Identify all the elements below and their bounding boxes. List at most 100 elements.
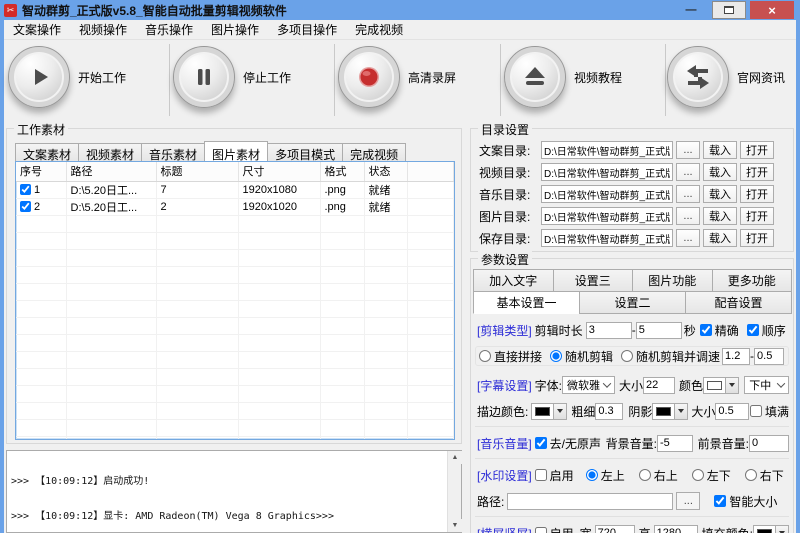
watermark-enable-checkbox[interactable]	[535, 469, 547, 481]
tutorial-button[interactable]	[504, 46, 566, 108]
outline-color-picker[interactable]	[531, 403, 567, 420]
open-button[interactable]: 打开	[740, 229, 774, 247]
menu-item-video[interactable]: 视频操作	[70, 19, 136, 40]
load-button[interactable]: 载入	[703, 229, 737, 247]
table-row[interactable]: 1 D:\5.20日工... 7 1920x1080 .png 就绪	[16, 181, 454, 198]
website-news-button[interactable]	[667, 46, 729, 108]
col-index[interactable]: 序号	[16, 162, 66, 181]
smart-size-checkbox[interactable]	[714, 495, 726, 507]
tab-image-functions[interactable]: 图片功能	[632, 269, 713, 292]
dir-label: 图片目录:	[479, 208, 541, 225]
tab-multiproject-mode[interactable]: 多项目模式	[267, 143, 343, 161]
outline-width-input[interactable]	[595, 403, 623, 420]
wm-topright-radio[interactable]	[639, 469, 651, 481]
tab-video-material[interactable]: 视频素材	[78, 143, 142, 161]
menu-item-finished[interactable]: 完成视频	[346, 19, 412, 40]
clip-type-section-label: [剪辑类型]	[477, 322, 532, 339]
open-button[interactable]: 打开	[740, 141, 774, 159]
wm-path-input[interactable]	[507, 493, 673, 510]
tab-settings2[interactable]: 设置二	[579, 291, 686, 314]
browse-button[interactable]: ...	[676, 207, 700, 225]
video-dir-input[interactable]	[541, 163, 673, 181]
log-console[interactable]: >>> 【10:09:12】启动成功! >>> 【10:09:12】显卡: AM…	[6, 450, 462, 533]
tab-more-functions[interactable]: 更多功能	[712, 269, 793, 292]
wm-browse-button[interactable]: ...	[676, 492, 700, 510]
speed-from-input[interactable]	[722, 348, 750, 365]
browse-button[interactable]: ...	[676, 163, 700, 181]
stop-work-button[interactable]	[173, 46, 235, 108]
tab-basic-settings1[interactable]: 基本设置一	[473, 291, 580, 314]
fill-checkbox[interactable]	[750, 405, 762, 417]
mute-checkbox[interactable]	[535, 437, 547, 449]
font-select[interactable]: 微软雅	[562, 376, 615, 394]
aspect-enable-checkbox[interactable]	[535, 527, 547, 533]
wm-bottomright-radio[interactable]	[745, 469, 757, 481]
menu-item-music[interactable]: 音乐操作	[136, 19, 202, 40]
menu-item-image[interactable]: 图片操作	[202, 19, 268, 40]
tab-settings3[interactable]: 设置三	[553, 269, 634, 292]
fill-color-picker[interactable]	[753, 525, 789, 533]
speed-to-input[interactable]	[754, 348, 784, 365]
record-screen-button[interactable]	[338, 46, 400, 108]
col-path[interactable]: 路径	[66, 162, 156, 181]
start-work-button[interactable]	[8, 46, 70, 108]
col-format[interactable]: 格式	[320, 162, 364, 181]
wm-topleft-radio[interactable]	[586, 469, 598, 481]
copywriting-dir-input[interactable]	[541, 141, 673, 159]
image-dir-input[interactable]	[541, 207, 673, 225]
col-size[interactable]: 尺寸	[238, 162, 320, 181]
play-icon	[25, 63, 53, 91]
row-checkbox[interactable]	[20, 201, 31, 212]
close-button[interactable]: ×	[750, 1, 794, 19]
row-checkbox[interactable]	[20, 184, 31, 195]
load-button[interactable]: 载入	[703, 207, 737, 225]
accurate-checkbox[interactable]	[700, 324, 712, 336]
tab-dubbing-settings[interactable]: 配音设置	[685, 291, 792, 314]
open-button[interactable]: 打开	[740, 185, 774, 203]
clip-max-input[interactable]	[636, 322, 682, 339]
shadow-color-picker[interactable]	[652, 403, 688, 420]
fg-volume-input[interactable]	[749, 435, 789, 452]
col-status[interactable]: 状态	[364, 162, 407, 181]
chevron-down-icon	[777, 379, 785, 387]
open-button[interactable]: 打开	[740, 163, 774, 181]
log-scrollbar[interactable]: ▲ ▼	[447, 451, 461, 532]
outline-width-label: 粗细	[571, 403, 595, 420]
tab-copywriting-material[interactable]: 文案素材	[15, 143, 79, 161]
tab-music-material[interactable]: 音乐素材	[141, 143, 205, 161]
bg-volume-label: 背景音量:	[606, 435, 657, 452]
table-row[interactable]: 2 D:\5.20日工... 2 1920x1020 .png 就绪	[16, 198, 454, 215]
tab-image-material[interactable]: 图片素材	[204, 141, 268, 161]
order-checkbox[interactable]	[747, 324, 759, 336]
subtitle-position-select[interactable]: 下中	[744, 376, 789, 394]
menu-item-copywriting[interactable]: 文案操作	[4, 19, 70, 40]
bg-volume-input[interactable]	[657, 435, 693, 452]
save-dir-input[interactable]	[541, 229, 673, 247]
tab-finished-video[interactable]: 完成视频	[342, 143, 406, 161]
font-color-picker[interactable]	[703, 377, 739, 394]
maximize-button[interactable]	[712, 1, 746, 19]
random-clip-radio[interactable]	[550, 350, 562, 362]
font-size-input[interactable]	[643, 377, 675, 394]
load-button[interactable]: 载入	[703, 163, 737, 181]
direct-join-radio[interactable]	[479, 350, 491, 362]
col-title[interactable]: 标题	[156, 162, 238, 181]
browse-button[interactable]: ...	[676, 141, 700, 159]
browse-button[interactable]: ...	[676, 185, 700, 203]
load-button[interactable]: 载入	[703, 141, 737, 159]
menu-item-multiproject[interactable]: 多项目操作	[268, 19, 346, 40]
load-button[interactable]: 载入	[703, 185, 737, 203]
clip-min-input[interactable]	[586, 322, 632, 339]
random-speed-radio[interactable]	[621, 350, 633, 362]
open-button[interactable]: 打开	[740, 207, 774, 225]
browse-button[interactable]: ...	[676, 229, 700, 247]
scroll-down-icon[interactable]: ▼	[448, 519, 462, 532]
shadow-size-input[interactable]	[715, 403, 749, 420]
height-input[interactable]	[654, 525, 698, 533]
music-dir-input[interactable]	[541, 185, 673, 203]
minimize-button[interactable]: —	[674, 1, 708, 19]
tab-add-text[interactable]: 加入文字	[473, 269, 554, 292]
wm-bottomleft-radio[interactable]	[692, 469, 704, 481]
width-input[interactable]	[595, 525, 635, 533]
scroll-up-icon[interactable]: ▲	[448, 451, 462, 464]
